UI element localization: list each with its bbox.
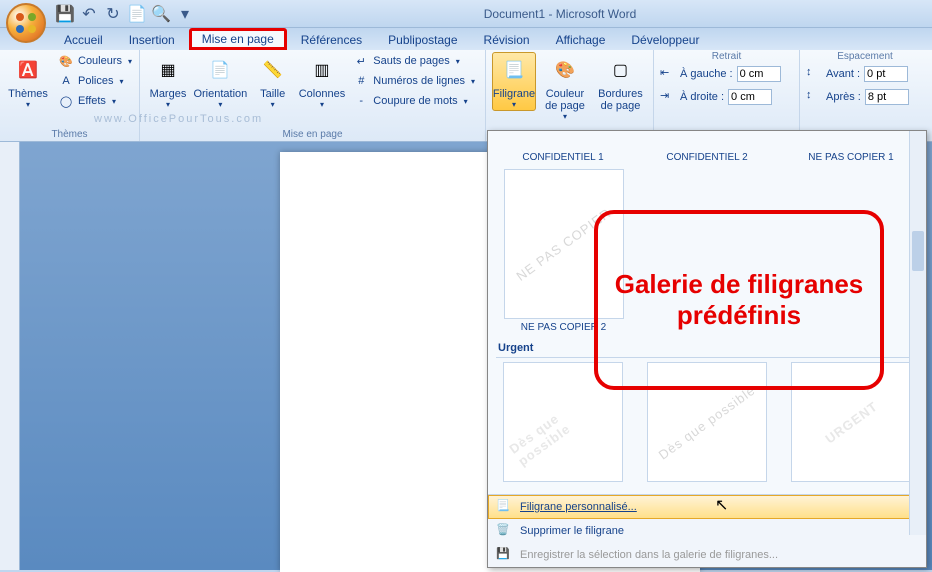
colors-button[interactable]: 🎨Couleurs▾ [54,52,136,70]
page-borders-button[interactable]: ▢Bordures de page [594,52,647,114]
colors-icon: 🎨 [58,53,74,69]
effects-icon: ◯ [58,93,74,109]
redo-icon[interactable]: ↻ [104,5,122,23]
margins-icon: ▦ [152,54,184,86]
tab-accueil[interactable]: Accueil [52,30,115,50]
watermark-icon: 📃 [498,54,530,86]
page-color-button[interactable]: 🎨Couleur de page▾ [540,52,590,123]
preview-icon[interactable]: 🔍 [152,5,170,23]
gallery-item-ne-pas-copier-2[interactable]: NE PAS COPIER NE PAS COPIER 2 [496,169,631,333]
numbers-icon: # [353,73,369,89]
spacing-after-row: ↕ Après : [806,89,909,105]
gallery-footer: 📃 Filigrane personnalisé... 🗑️ Supprimer… [488,494,926,567]
gallery-item[interactable]: URGENT [784,362,918,482]
themes-button[interactable]: 🅰️ Thèmes ▾ [6,52,50,111]
size-icon: 📏 [257,54,289,86]
gallery-item[interactable]: Dès que possible [640,362,774,482]
undo-icon[interactable]: ↶ [80,5,98,23]
tab-insertion[interactable]: Insertion [117,30,187,50]
ribbon: 🅰️ Thèmes ▾ 🎨Couleurs▾ APolices▾ ◯Effets… [0,50,932,142]
hyphenation-button[interactable]: -Coupure de mots▾ [349,92,479,110]
qat-dropdown-icon[interactable]: ▾ [176,5,194,23]
gallery-section-urgent: Urgent [496,339,918,358]
custom-watermark-icon: 📃 [496,499,512,515]
new-icon[interactable]: 📄 [128,5,146,23]
line-numbers-button[interactable]: #Numéros de lignes▾ [349,72,479,90]
tab-developpeur[interactable]: Développeur [619,30,711,50]
gallery-item[interactable]: CONFIDENTIEL 2 [640,135,774,163]
group-page-setup-label: Mise en page [140,129,485,140]
scrollbar-thumb[interactable] [912,231,924,271]
spacing-after-icon: ↕ [806,89,822,105]
group-themes-label: Thèmes [0,129,139,140]
tab-references[interactable]: Références [289,30,374,50]
breaks-icon: ↵ [353,53,369,69]
fonts-button[interactable]: APolices▾ [54,72,136,90]
gallery-item[interactable]: CONFIDENTIEL 1 [496,135,630,163]
save-icon[interactable]: 💾 [56,5,74,23]
titlebar: 💾 ↶ ↻ 📄 🔍 ▾ Document1 - Microsoft Word [0,0,932,28]
breaks-button[interactable]: ↵Sauts de pages▾ [349,52,479,70]
tab-mise-en-page[interactable]: Mise en page [189,28,287,50]
group-indent-label: Retrait [654,51,799,62]
save-selection-icon: 💾 [496,547,512,563]
margins-button[interactable]: ▦Marges▾ [146,52,190,111]
page-color-icon: 🎨 [549,54,581,86]
menu-custom-watermark[interactable]: 📃 Filigrane personnalisé... [488,495,926,519]
quick-access-toolbar: 💾 ↶ ↻ 📄 🔍 ▾ [56,5,194,23]
watermark-button[interactable]: 📃Filigrane▾ [492,52,536,111]
gallery-item[interactable]: Dès que possible [496,362,630,482]
window-title: Document1 - Microsoft Word [194,7,926,21]
menu-save-selection: 💾 Enregistrer la sélection dans la galer… [488,543,926,567]
spacing-before-input[interactable] [864,66,908,82]
indent-left-input[interactable] [737,66,781,82]
menu-remove-watermark[interactable]: 🗑️ Supprimer le filigrane [488,519,926,543]
columns-button[interactable]: ▥Colonnes▾ [299,52,346,111]
indent-right-row: ⇥ À droite : [660,89,772,105]
indent-right-input[interactable] [728,89,772,105]
size-button[interactable]: 📏Taille▾ [251,52,295,111]
remove-watermark-icon: 🗑️ [496,523,512,539]
tab-affichage[interactable]: Affichage [544,30,618,50]
borders-icon: ▢ [604,54,636,86]
watermark-gallery: CONFIDENTIEL 1 CONFIDENTIEL 2 NE PAS COP… [487,130,927,568]
indent-left-row: ⇤ À gauche : [660,66,781,82]
spacing-before-row: ↕ Avant : [806,66,908,82]
orientation-button[interactable]: 📄Orientation▾ [194,52,247,111]
tab-publipostage[interactable]: Publipostage [376,30,469,50]
effects-button[interactable]: ◯Effets▾ [54,92,136,110]
office-button[interactable] [6,3,46,43]
tab-revision[interactable]: Révision [472,30,542,50]
themes-icon: 🅰️ [12,54,44,86]
hyphen-icon: - [353,93,369,109]
ruler-vertical [0,142,20,570]
watermark-url: www.OfficePourTous.com [94,113,263,125]
spacing-after-input[interactable] [865,89,909,105]
group-spacing-label: Espacement [800,51,930,62]
indent-left-icon: ⇤ [660,66,676,82]
fonts-icon: A [58,73,74,89]
columns-icon: ▥ [306,54,338,86]
cursor-icon: ↖ [715,495,728,515]
spacing-before-icon: ↕ [806,66,822,82]
indent-right-icon: ⇥ [660,89,676,105]
ribbon-tabs: Accueil Insertion Mise en page Référence… [0,28,932,50]
orientation-icon: 📄 [204,54,236,86]
gallery-item[interactable]: NE PAS COPIER 1 [784,135,918,163]
gallery-scrollbar[interactable] [909,131,926,535]
